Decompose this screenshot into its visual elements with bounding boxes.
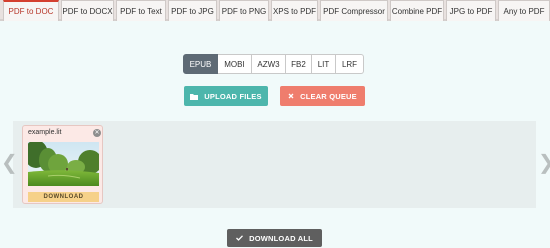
tab-pdf-to-docx[interactable]: PDF to DOCX: [61, 0, 114, 21]
tab-label: PDF to DOCX: [62, 6, 113, 16]
chevron-left-icon[interactable]: ❮: [1, 153, 18, 173]
tab-jpg-to-pdf[interactable]: JPG to PDF: [446, 0, 496, 21]
converter-tab-bar: PDF to DOC PDF to DOCX PDF to Text PDF t…: [0, 0, 550, 21]
folder-icon: [190, 93, 199, 100]
tab-pdf-compressor[interactable]: PDF Compressor: [320, 0, 388, 21]
tab-label: PDF Compressor: [323, 6, 385, 16]
upload-files-label: UPLOAD FILES: [204, 91, 262, 101]
x-icon: [288, 93, 294, 99]
format-fb2-button[interactable]: FB2: [286, 54, 312, 74]
download-all-label: DOWNLOAD ALL: [249, 233, 313, 243]
tab-label: JPG to PDF: [449, 6, 493, 16]
file-name: example.lit: [28, 129, 62, 136]
check-icon: [236, 235, 244, 241]
tab-label: Combine PDF: [391, 6, 443, 16]
download-all-button[interactable]: DOWNLOAD ALL: [227, 229, 322, 247]
tab-pdf-to-doc[interactable]: PDF to DOC: [3, 0, 59, 21]
clear-queue-button[interactable]: CLEAR QUEUE: [280, 86, 365, 106]
format-mobi-button[interactable]: MOBI: [218, 54, 252, 74]
tab-xps-to-pdf[interactable]: XPS to PDF: [271, 0, 318, 21]
clear-queue-label: CLEAR QUEUE: [300, 91, 357, 101]
tab-any-to-pdf[interactable]: Any to PDF: [498, 0, 550, 21]
tab-pdf-to-text[interactable]: PDF to Text: [116, 0, 166, 21]
format-lrf-button[interactable]: LRF: [336, 54, 364, 74]
tab-label: PDF to Text: [120, 6, 162, 16]
format-azw3-button[interactable]: AZW3: [252, 54, 286, 74]
queue-file-card: example.lit ✕ DOWNLOAD: [22, 125, 103, 204]
tab-label: XPS to PDF: [272, 6, 317, 16]
tab-label: PDF to DOC: [8, 7, 54, 16]
tab-label: Any to PDF: [503, 6, 545, 16]
tab-label: PDF to PNG: [221, 6, 267, 16]
file-download-button[interactable]: DOWNLOAD: [28, 192, 99, 202]
format-epub-button[interactable]: EPUB: [183, 54, 218, 74]
tab-pdf-to-png[interactable]: PDF to PNG: [219, 0, 269, 21]
format-lit-button[interactable]: LIT: [312, 54, 336, 74]
remove-file-icon[interactable]: ✕: [93, 129, 101, 137]
chevron-right-icon[interactable]: ❯: [538, 153, 550, 173]
tab-pdf-to-jpg[interactable]: PDF to JPG: [168, 0, 217, 21]
file-thumbnail: [28, 142, 99, 186]
tab-combine-pdf[interactable]: Combine PDF: [390, 0, 444, 21]
upload-files-button[interactable]: UPLOAD FILES: [184, 86, 268, 106]
input-format-selector: EPUB MOBI AZW3 FB2 LIT LRF: [183, 54, 364, 74]
tab-label: PDF to JPG: [171, 6, 214, 16]
